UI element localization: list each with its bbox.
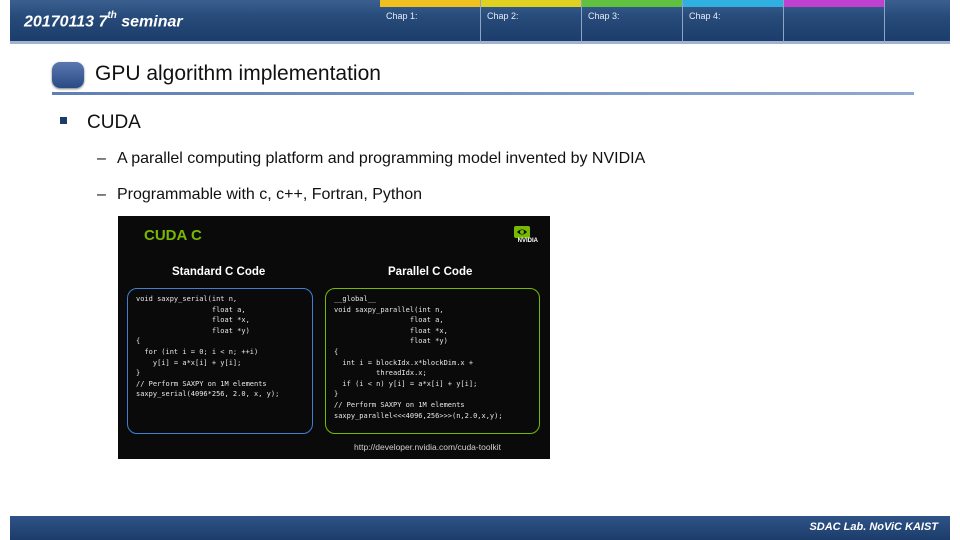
tab-label: Chap 4: xyxy=(689,11,721,21)
code-line: float *x, xyxy=(334,326,448,335)
nvidia-logo-text: NVIDIA xyxy=(517,238,538,244)
tab-chap-5[interactable] xyxy=(784,0,885,42)
code-line: for (int i = 0; i < n; ++i) xyxy=(136,347,259,356)
code-line: } xyxy=(136,369,141,378)
tab-chap-3[interactable]: Chap 3: xyxy=(582,0,683,42)
code-line: } xyxy=(334,390,339,399)
code-line: float a, xyxy=(136,305,246,314)
code-line: threadIdx.x; xyxy=(334,369,427,378)
standard-c-heading: Standard C Code xyxy=(172,266,266,278)
code-line: void saxpy_parallel(int n, xyxy=(334,305,444,314)
tab-chap-2[interactable]: Chap 2: xyxy=(481,0,582,42)
nvidia-logo-icon xyxy=(514,226,530,238)
code-line: if (i < n) y[i] = a*x[i] + y[i]; xyxy=(334,379,478,388)
seminar-title-suffix: seminar xyxy=(116,13,183,31)
standard-c-code-panel: void saxpy_serial(int n, float a, float … xyxy=(127,288,313,434)
code-line: saxpy_serial(4096*256, 2.0, x, y); xyxy=(136,390,280,399)
seminar-title: 20170113 7th seminar xyxy=(24,10,183,31)
code-comment: // Perform SAXPY on 1M elements xyxy=(136,379,267,388)
code-line: saxpy_parallel<<<4096,256>>>(n,2.0,x,y); xyxy=(334,411,503,420)
chapter-tabs: Chap 1: Chap 2: Chap 3: Chap 4: xyxy=(380,0,885,42)
tab-chap-4[interactable]: Chap 4: xyxy=(683,0,784,42)
seminar-title-sup: th xyxy=(107,10,117,21)
parallel-c-code-panel: __global__ void saxpy_parallel(int n, fl… xyxy=(325,288,540,434)
footer-bar: SDAC Lab. NoViC KAIST xyxy=(10,516,950,540)
code-line: __global__ xyxy=(334,295,377,303)
dash-bullet-icon: – xyxy=(97,186,106,203)
seminar-title-main: 20170113 7 xyxy=(24,13,108,31)
tab-chap-1[interactable]: Chap 1: xyxy=(380,0,481,42)
sub-bullet: – Programmable with c, c++, Fortran, Pyth… xyxy=(97,186,422,204)
code-line: { xyxy=(136,337,141,346)
code-line: y[i] = a*x[i] + y[i]; xyxy=(136,358,242,367)
square-bullet-icon xyxy=(60,117,67,124)
code-line: float *x, xyxy=(136,316,250,325)
tab-label: Chap 3: xyxy=(588,11,620,21)
bullet-cuda: CUDA xyxy=(87,112,141,133)
dash-bullet-icon: – xyxy=(97,150,106,167)
tab-color-stripe xyxy=(683,0,783,7)
code-comment: // Perform SAXPY on 1M elements xyxy=(334,400,465,409)
parallel-c-heading: Parallel C Code xyxy=(388,266,473,278)
cuda-c-figure: CUDA C NVIDIA Standard C Code Parallel C… xyxy=(118,216,550,459)
title-divider xyxy=(52,92,914,95)
code-line: float *y) xyxy=(136,326,250,335)
tab-color-stripe xyxy=(784,0,884,7)
code-line: float *y) xyxy=(334,337,448,346)
figure-title: CUDA C xyxy=(144,227,202,244)
tab-color-stripe xyxy=(481,0,581,7)
figure-url: http://developer.nvidia.com/cuda-toolkit xyxy=(354,442,501,452)
sub-bullet-text: A parallel computing platform and progra… xyxy=(117,150,646,167)
tab-color-stripe xyxy=(582,0,682,7)
footer-lab-name: SDAC Lab. NoViC KAIST xyxy=(809,521,938,533)
code-line: float a, xyxy=(334,316,444,325)
slide-title: GPU algorithm implementation xyxy=(95,62,381,85)
code-line: void saxpy_serial(int n, xyxy=(136,295,238,303)
title-bullet-icon xyxy=(52,62,84,88)
sub-bullet-text: Programmable with c, c++, Fortran, Pytho… xyxy=(117,186,423,203)
code-line: int i = blockIdx.x*blockDim.x + xyxy=(334,358,474,367)
sub-bullet: – A parallel computing platform and progr… xyxy=(97,150,645,168)
header-bar: 20170113 7th seminar Chap 1: Chap 2: Cha… xyxy=(10,0,950,44)
tab-color-stripe xyxy=(380,0,480,7)
tab-label: Chap 1: xyxy=(386,11,418,21)
code-line: { xyxy=(334,347,339,356)
tab-label: Chap 2: xyxy=(487,11,519,21)
